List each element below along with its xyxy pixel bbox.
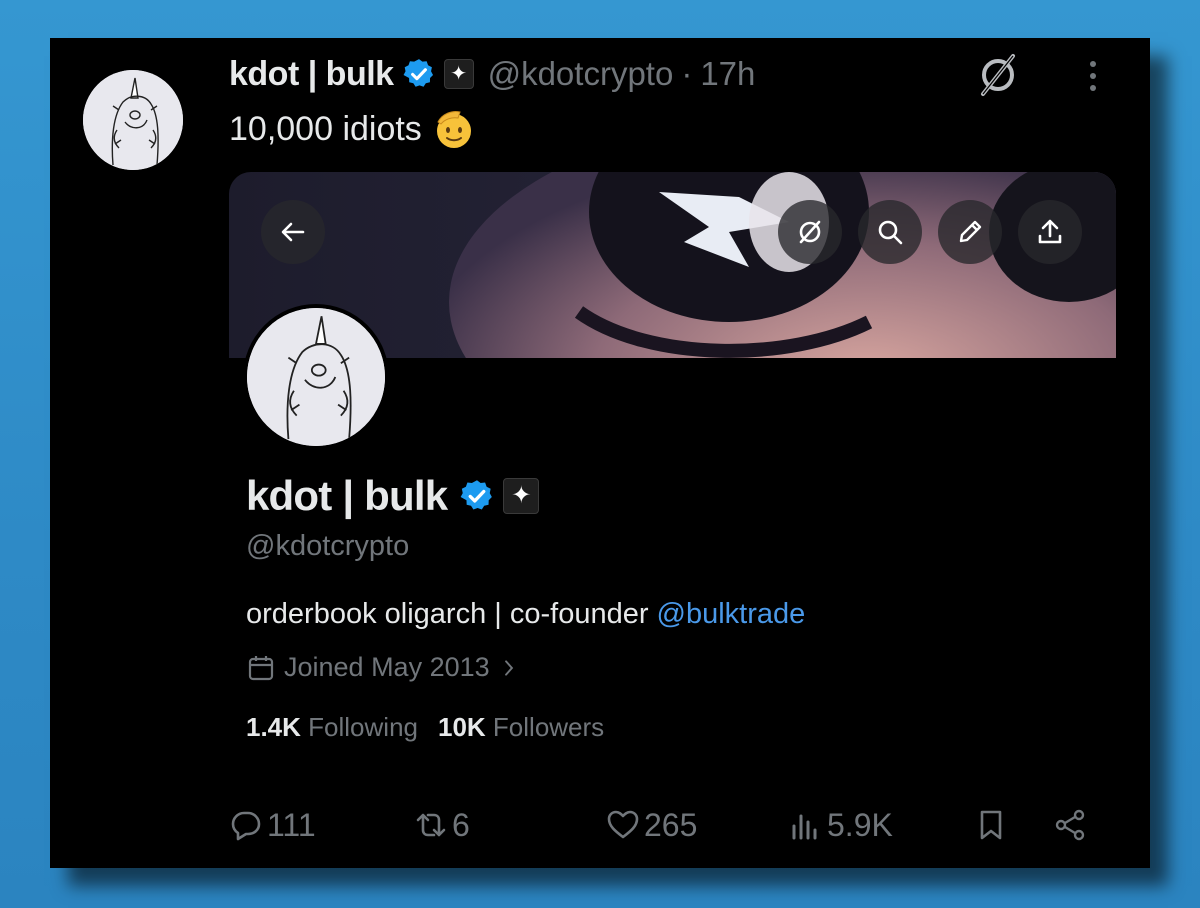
joined-date: Joined May 2013 bbox=[284, 652, 490, 682]
calendar-icon bbox=[248, 655, 274, 680]
profile-stats: 1.4K Following 10K Followers bbox=[246, 712, 604, 743]
following-count: 1.4K bbox=[246, 712, 301, 742]
reply-count: 111 bbox=[267, 806, 316, 843]
profile-display-name: kdot | bulk bbox=[246, 472, 448, 519]
search-icon[interactable] bbox=[858, 200, 922, 264]
followers-stat: 10K Followers bbox=[438, 712, 604, 743]
affiliate-sparkle-badge: ✦ bbox=[503, 478, 540, 514]
repost-count: 6 bbox=[452, 806, 470, 843]
views-button[interactable]: 5.9K bbox=[789, 800, 893, 850]
tweet-header: kdot | bulk ✦ @kdotcrypto · 17h bbox=[229, 52, 755, 96]
share-nodes-icon bbox=[1055, 809, 1085, 841]
tweet-timestamp[interactable]: 17h bbox=[700, 55, 755, 93]
bookmark-icon bbox=[980, 810, 1002, 840]
following-label: Following bbox=[308, 712, 418, 742]
author-avatar[interactable] bbox=[83, 70, 183, 170]
followers-count: 10K bbox=[437, 712, 486, 742]
followers-label: Followers bbox=[492, 712, 605, 742]
profile-avatar[interactable] bbox=[247, 308, 385, 446]
verified-badge-icon bbox=[459, 478, 495, 514]
profile-joined: Joined May 2013 bbox=[246, 652, 520, 683]
share-upload-icon[interactable] bbox=[1018, 200, 1082, 264]
reply-button[interactable]: 111 bbox=[229, 800, 316, 850]
profile-avatar-frame bbox=[243, 304, 389, 450]
grok-icon[interactable] bbox=[778, 200, 842, 264]
profile-bio: orderbook oligarch | co-founder @bulktra… bbox=[246, 598, 805, 631]
like-button[interactable]: 265 bbox=[606, 800, 697, 850]
edit-pencil-icon[interactable] bbox=[938, 200, 1002, 264]
bio-mention-link[interactable]: @bulktrade bbox=[657, 598, 806, 630]
reply-bubble-icon bbox=[231, 811, 261, 841]
grok-icon[interactable] bbox=[973, 50, 1023, 100]
profile-handle: @kdotcrypto bbox=[246, 530, 410, 562]
tweet-body: 10,000 idiots bbox=[229, 109, 422, 148]
profile-name-line: kdot | bulk ✦ bbox=[246, 472, 540, 520]
more-options-icon[interactable] bbox=[1078, 56, 1108, 96]
author-handle[interactable]: @kdotcrypto bbox=[488, 55, 674, 93]
tweet-action-bar: 111 6 265 5.9K bbox=[229, 800, 1099, 850]
profile-screenshot-image[interactable]: kdot | bulk ✦ @kdotcrypto orderbook olig… bbox=[229, 172, 1116, 862]
affiliate-sparkle-badge: ✦ bbox=[443, 59, 474, 89]
verified-badge-icon bbox=[402, 57, 436, 91]
following-stat: 1.4K Following bbox=[246, 712, 418, 743]
heart-icon bbox=[607, 810, 639, 839]
analytics-bars-icon bbox=[792, 814, 817, 840]
share-button[interactable] bbox=[1053, 800, 1087, 850]
like-count: 265 bbox=[644, 806, 698, 843]
chevron-right-icon bbox=[504, 659, 513, 676]
repost-button[interactable]: 6 bbox=[414, 800, 470, 850]
back-arrow-icon[interactable] bbox=[261, 200, 325, 264]
separator-dot: · bbox=[681, 55, 693, 92]
tweet-text: 10,000 idiots bbox=[229, 106, 476, 152]
bookmark-button[interactable] bbox=[974, 800, 1008, 850]
view-count: 5.9K bbox=[827, 806, 893, 843]
bio-text: orderbook oligarch | co-founder bbox=[246, 598, 657, 630]
saluting-face-icon bbox=[436, 111, 471, 148]
author-name[interactable]: kdot | bulk bbox=[229, 55, 394, 94]
repost-icon bbox=[416, 813, 446, 837]
